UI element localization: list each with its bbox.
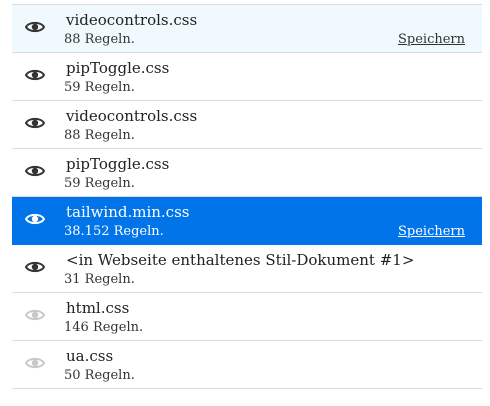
stylesheet-list: videocontrols.css 88 Regeln. Speichern pipT… <box>12 4 490 389</box>
rule-count: 59 Regeln. <box>64 80 135 95</box>
rule-count: 31 Regeln. <box>64 272 135 287</box>
stylesheet-name[interactable]: pipToggle.css <box>66 59 169 77</box>
stylesheet-item-selected[interactable]: tailwind.min.css 38.152 Regeln. Speichern <box>12 197 490 245</box>
eye-icon[interactable] <box>25 116 45 130</box>
eye-disabled-icon[interactable] <box>25 356 45 370</box>
stylesheet-name[interactable]: pipToggle.css <box>66 155 169 173</box>
eye-icon[interactable] <box>25 164 45 178</box>
rule-count: 38.152 Regeln. <box>64 224 164 239</box>
eye-icon[interactable] <box>25 68 45 82</box>
eye-icon[interactable] <box>25 260 45 274</box>
selection-indicator <box>483 213 490 229</box>
stylesheet-item[interactable]: ua.css 50 Regeln. <box>12 341 482 389</box>
stylesheet-name[interactable]: videocontrols.css <box>66 11 197 29</box>
stylesheet-name[interactable]: html.css <box>66 299 129 317</box>
stylesheet-item[interactable]: pipToggle.css 59 Regeln. <box>12 149 482 197</box>
stylesheet-item[interactable]: pipToggle.css 59 Regeln. <box>12 53 482 101</box>
stylesheet-item[interactable]: videocontrols.css 88 Regeln. <box>12 101 482 149</box>
stylesheet-name[interactable]: videocontrols.css <box>66 107 197 125</box>
stylesheet-item[interactable]: videocontrols.css 88 Regeln. Speichern <box>12 5 482 53</box>
rule-count: 59 Regeln. <box>64 176 135 191</box>
eye-icon[interactable] <box>25 212 45 226</box>
save-link[interactable]: Speichern <box>398 224 465 240</box>
rule-count: 88 Regeln. <box>64 32 135 47</box>
save-link[interactable]: Speichern <box>398 32 465 48</box>
stylesheet-item[interactable]: html.css 146 Regeln. <box>12 293 482 341</box>
eye-disabled-icon[interactable] <box>25 308 45 322</box>
style-sheets-panel: videocontrols.css 88 Regeln. Speichern pipT… <box>0 0 490 406</box>
stylesheet-name[interactable]: <in Webseite enthaltenes Stil-Dokument #… <box>66 251 414 269</box>
eye-icon[interactable] <box>25 20 45 34</box>
stylesheet-name[interactable]: ua.css <box>66 347 113 365</box>
rule-count: 50 Regeln. <box>64 368 135 383</box>
stylesheet-name[interactable]: tailwind.min.css <box>66 203 189 221</box>
rule-count: 146 Regeln. <box>64 320 144 335</box>
rule-count: 88 Regeln. <box>64 128 135 143</box>
stylesheet-item[interactable]: <in Webseite enthaltenes Stil-Dokument #… <box>12 245 482 293</box>
